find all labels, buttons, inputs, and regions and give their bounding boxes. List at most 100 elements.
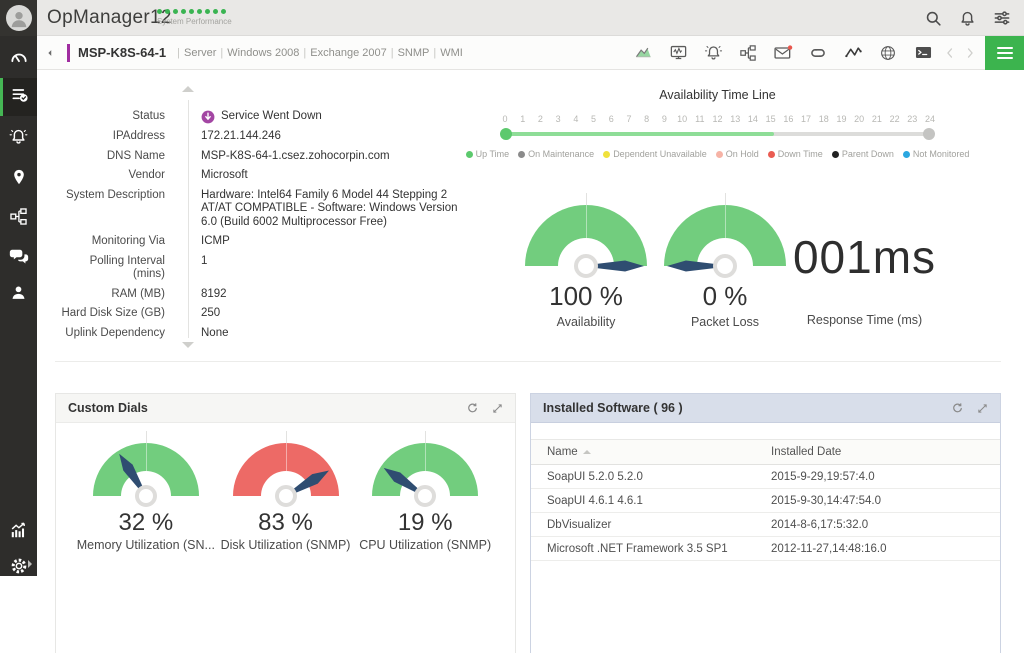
- refresh-icon[interactable]: [951, 402, 964, 415]
- breadcrumb-separator: |: [303, 47, 306, 59]
- availability-timeline: Availability Time Line 01234567891011121…: [505, 88, 930, 159]
- gauge-hub: [135, 485, 157, 507]
- breadcrumb-separator: |: [391, 47, 394, 59]
- legend-label: Not Monitored: [913, 149, 970, 159]
- memory-dial-block: 32 % Memory Utilization (SN...: [76, 431, 216, 552]
- sidebar: [0, 0, 37, 576]
- sidebar-item-reports[interactable]: [0, 516, 37, 550]
- info-value: MSP-K8S-64-1.csez.zohocorpin.com: [177, 150, 469, 164]
- chevron-left-icon[interactable]: [943, 46, 957, 60]
- status-dot: [213, 9, 218, 14]
- menu-button[interactable]: [985, 36, 1024, 70]
- timeline-tick: 21: [872, 114, 882, 124]
- legend-label: Down Time: [778, 149, 823, 159]
- area-chart-icon[interactable]: [633, 43, 653, 63]
- status-dot: [157, 9, 162, 14]
- software-column-name[interactable]: Name: [531, 446, 771, 458]
- timeline-legend: Up TimeOn MaintenanceDependent Unavailab…: [480, 149, 955, 159]
- breadcrumb-item[interactable]: Windows 2008: [227, 47, 299, 59]
- timeline-tick: 1: [520, 114, 525, 124]
- notifications-bell-icon[interactable]: [958, 9, 977, 28]
- software-column-date[interactable]: Installed Date: [771, 446, 1000, 458]
- terminal-icon[interactable]: [913, 43, 933, 63]
- timeline-tick: 11: [695, 114, 704, 124]
- timeline-tick: 0: [502, 114, 507, 124]
- timeline-tick: 24: [925, 114, 935, 124]
- sidebar-item-maps[interactable]: [0, 162, 37, 196]
- sidebar-item-dashboard[interactable]: [0, 42, 37, 76]
- installed-software-title: Installed Software ( 96 ): [543, 401, 683, 415]
- timeline-ticks: 0123456789101112131415161718192021222324: [505, 114, 930, 126]
- packet-loss-gauge: [664, 205, 786, 266]
- breadcrumb-item[interactable]: WMI: [440, 47, 463, 59]
- link-icon[interactable]: [808, 43, 828, 63]
- info-row: IPAddress172.21.144.246: [61, 130, 491, 144]
- performance-monitor-icon[interactable]: [668, 43, 688, 63]
- legend-dot: [768, 151, 775, 158]
- refresh-icon[interactable]: [466, 402, 479, 415]
- sidebar-item-users[interactable]: [0, 278, 37, 312]
- timeline-tick: 10: [677, 114, 687, 124]
- back-caret-icon[interactable]: [45, 48, 55, 58]
- response-time-value: 001ms: [772, 233, 957, 281]
- service-down-icon: [201, 110, 215, 124]
- timeline-tick: 3: [556, 114, 561, 124]
- software-name-cell: DbVisualizer: [531, 519, 771, 531]
- status-dot: [173, 9, 178, 14]
- mail-badge: [788, 45, 792, 49]
- legend-dot: [716, 151, 723, 158]
- sidebar-item-topology[interactable]: [0, 202, 37, 236]
- search-icon[interactable]: [924, 9, 943, 28]
- disk-utilization-dial: [233, 443, 339, 496]
- info-label: System Description: [61, 189, 177, 230]
- alarm-bell-icon[interactable]: [703, 43, 723, 63]
- chevron-right-icon[interactable]: [963, 46, 977, 60]
- app-status: System Performance: [157, 6, 232, 26]
- timeline-track: [505, 132, 930, 136]
- breadcrumb-item[interactable]: Exchange 2007: [310, 47, 386, 59]
- breadcrumb-item[interactable]: Server: [184, 47, 216, 59]
- mail-icon[interactable]: [773, 43, 793, 63]
- sidebar-item-chat[interactable]: [0, 241, 37, 275]
- timeline-tick: 17: [801, 114, 811, 124]
- topology-icon[interactable]: [738, 43, 758, 63]
- device-info-panel: StatusService Went DownIPAddress172.21.1…: [61, 110, 491, 346]
- info-row: DNS NameMSP-K8S-64-1.csez.zohocorpin.com: [61, 150, 491, 164]
- globe-icon[interactable]: [878, 43, 898, 63]
- software-row: SoapUI 4.6.1 4.6.12015-9-30,14:47:54.0: [531, 489, 1000, 513]
- sidebar-item-settings[interactable]: [0, 551, 37, 585]
- gauge-hub: [574, 254, 598, 278]
- availability-value: 100 %: [511, 282, 661, 310]
- user-avatar[interactable]: [0, 0, 37, 36]
- cpu-dial-value: 19 %: [355, 510, 495, 536]
- timeline-end-dot[interactable]: [923, 128, 935, 140]
- info-row: System DescriptionHardware: Intel64 Fami…: [61, 189, 491, 230]
- cpu-utilization-dial: [372, 443, 478, 496]
- cpu-dial-block: 19 % CPU Utilization (SNMP): [355, 431, 495, 552]
- expand-icon[interactable]: [977, 403, 988, 414]
- timeline-start-dot[interactable]: [500, 128, 512, 140]
- sidebar-item-inventory[interactable]: [0, 78, 37, 116]
- sparkline-icon[interactable]: [843, 43, 863, 63]
- breadcrumb-item[interactable]: SNMP: [398, 47, 430, 59]
- section-divider: [55, 361, 1001, 362]
- info-label: Monitoring Via: [61, 235, 177, 249]
- bell-icon: [9, 127, 28, 151]
- info-value: 172.21.144.246: [177, 130, 469, 144]
- disk-dial-value: 83 %: [216, 510, 356, 536]
- settings-sliders-icon[interactable]: [992, 8, 1012, 28]
- scroll-down-caret[interactable]: [182, 342, 194, 348]
- legend-label: On Maintenance: [528, 149, 594, 159]
- availability-label: Availability: [511, 315, 661, 329]
- expand-icon[interactable]: [492, 403, 503, 414]
- info-label: Vendor: [61, 169, 177, 183]
- status-dot: [221, 9, 226, 14]
- installed-software-panel: Installed Software ( 96 ) Name Installed…: [530, 393, 1001, 653]
- software-rows: SoapUI 5.2.0 5.2.02015-9-29,19:57:4.0Soa…: [531, 465, 1000, 561]
- legend-item: On Hold: [716, 149, 759, 159]
- sidebar-item-alarms[interactable]: [0, 122, 37, 156]
- software-date-cell: 2015-9-29,19:57:4.0: [771, 471, 1000, 483]
- scroll-up-caret[interactable]: [182, 86, 194, 92]
- legend-dot: [603, 151, 610, 158]
- response-time-label: Response Time (ms): [772, 313, 957, 327]
